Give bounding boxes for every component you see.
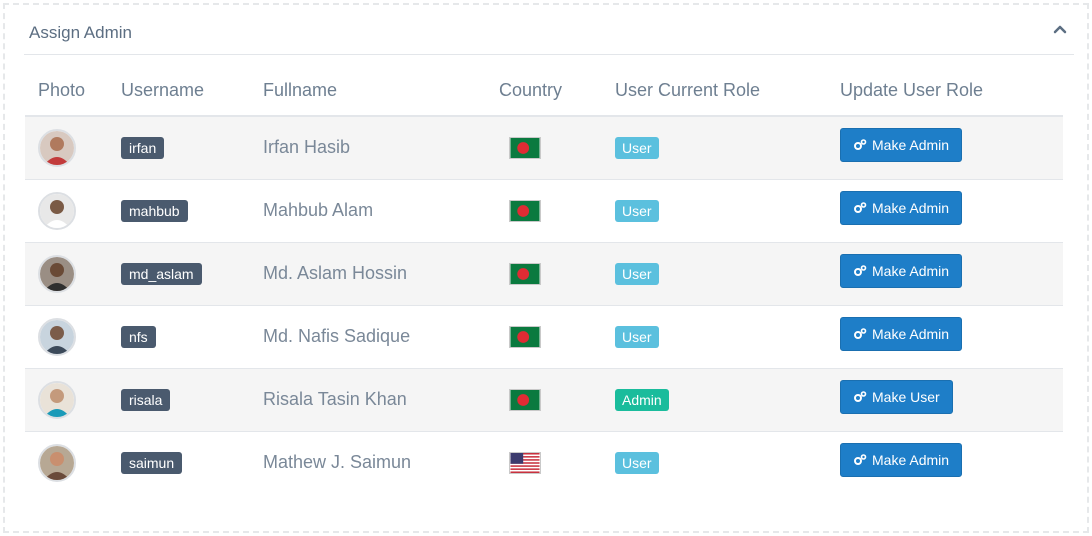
usa-flag-icon [509,451,541,474]
role-badge: User [615,325,659,348]
gears-icon [853,138,867,152]
role-badge: Admin [615,388,669,411]
bangladesh-flag-icon [509,325,541,348]
header-photo: Photo [25,66,121,117]
gears-icon [853,390,867,404]
chevron-up-icon[interactable] [1052,21,1068,37]
table-row-md_aslam: md_aslam Md. Aslam Hossin User Make Admi… [25,241,1063,305]
table-row-risala: risala Risala Tasin Khan Admin Make User [25,367,1063,431]
fullname: Mahbub Alam [263,200,374,220]
header-fullname: Fullname [263,66,499,117]
fullname: Md. Nafis Sadique [263,326,411,346]
fullname: Md. Aslam Hossin [263,263,408,283]
update-role-button[interactable]: Make User [840,379,953,414]
role-badge: User [615,136,659,159]
table-row-mahbub: mahbub Mahbub Alam User Make Admin [25,178,1063,242]
panel-title: Assign Admin [29,23,132,42]
gears-icon [853,453,867,467]
gears-icon [853,264,867,278]
bangladesh-flag-icon [509,388,541,411]
gears-icon [853,327,867,341]
username-badge: mahbub [121,199,188,222]
role-badge: User [615,262,659,285]
header-country: Country [499,66,615,117]
bangladesh-flag-icon [509,199,541,222]
fullname: Irfan Hasib [263,137,351,158]
bangladesh-flag-icon [509,262,541,285]
fullname: Risala Tasin Khan [263,389,407,409]
header-current-role: User Current Role [615,66,840,117]
avatar [38,380,76,419]
avatar [38,317,76,356]
bangladesh-flag-icon [509,136,541,159]
update-role-button[interactable]: Make Admin [840,253,963,288]
username-badge: risala [121,388,171,411]
users-table: Photo Username Fullname Country User Cur… [25,66,1063,494]
role-badge: User [615,199,659,222]
avatar [38,254,76,293]
table-row-nfs: nfs Md. Nafis Sadique User Make Admin [25,304,1063,368]
gears-icon [853,201,867,215]
fullname: Mathew J. Saimun [263,452,412,473]
table-row-irfan: irfan Irfan Hasib User Make Admin [25,115,1063,179]
header-username: Username [121,66,263,117]
update-role-button[interactable]: Make Admin [840,316,963,351]
update-role-button[interactable]: Make Admin [840,127,963,162]
avatar [38,191,76,230]
header-update-role: Update User Role [840,66,1063,117]
panel-header: Assign Admin [24,5,1074,55]
update-role-button[interactable]: Make Admin [840,442,963,477]
table-row-saimun: saimun Mathew J. Saimun User Make Admin [25,430,1063,494]
username-badge: saimun [121,451,183,474]
avatar [38,443,76,482]
update-role-button[interactable]: Make Admin [840,190,963,225]
role-badge: User [615,451,659,474]
username-badge: nfs [121,325,156,348]
username-badge: irfan [121,136,165,159]
table-header-row: Photo Username Fullname Country User Cur… [25,66,1063,117]
avatar [38,128,76,167]
username-badge: md_aslam [121,262,202,285]
